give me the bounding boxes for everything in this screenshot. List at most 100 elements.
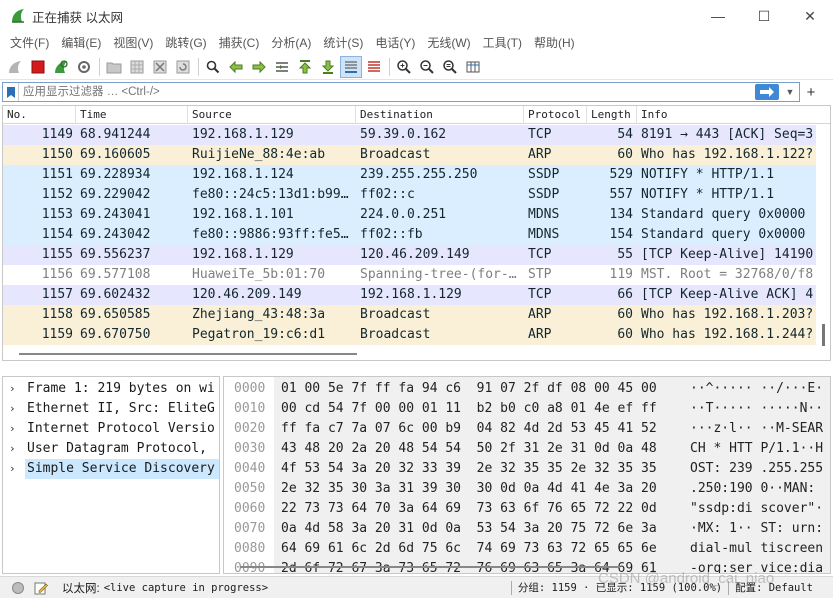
bytes-offset[interactable]: 0020 (234, 419, 265, 439)
normal-size-button[interactable] (439, 56, 461, 78)
add-filter-button[interactable]: + (800, 84, 822, 101)
bytes-hex[interactable]: 64 69 61 6c 2d 6d 75 6c 74 69 73 63 72 6… (281, 539, 657, 559)
expand-chevron-icon[interactable]: › (9, 379, 19, 399)
bytes-hex[interactable]: 22 73 73 64 70 3a 64 69 73 63 6f 76 65 7… (281, 499, 657, 519)
go-forward-button[interactable] (248, 56, 270, 78)
column-header-time[interactable]: Time (76, 106, 188, 124)
bytes-ascii[interactable]: ··^····· ··/···E· (690, 379, 823, 399)
colorize-button[interactable] (363, 56, 385, 78)
menu-telephony[interactable]: 电话(Y) (369, 32, 421, 54)
bytes-ascii[interactable]: dial-mul tiscreen (690, 539, 823, 559)
find-packet-button[interactable] (202, 56, 224, 78)
bytes-offset[interactable]: 0030 (234, 439, 265, 459)
capture-options-button[interactable] (73, 56, 95, 78)
apply-filter-button[interactable] (755, 84, 779, 100)
packet-row[interactable]: 1152 69.229042 fe80::24c5:13d1:b99… ff02::c… (3, 185, 817, 205)
detail-row-ip[interactable]: › Internet Protocol Versio (3, 419, 219, 439)
bytes-offset[interactable]: 0060 (234, 499, 265, 519)
menu-file[interactable]: 文件(F) (4, 32, 55, 54)
detail-row-udp[interactable]: › User Datagram Protocol, (3, 439, 219, 459)
bytes-hex[interactable]: ff fa c7 7a 07 6c 00 b9 04 82 4d 2d 53 4… (281, 419, 657, 439)
menu-tools[interactable]: 工具(T) (477, 32, 528, 54)
bytes-hex[interactable]: 00 cd 54 7f 00 00 01 11 b2 b0 c0 a8 01 4… (281, 399, 657, 419)
packet-row[interactable]: 1149 68.941244 192.168.1.129 59.39.0.162 TCP… (3, 125, 817, 145)
bytes-hex[interactable]: 43 48 20 2a 20 48 54 54 50 2f 31 2e 31 0… (281, 439, 657, 459)
menu-analyze[interactable]: 分析(A) (265, 32, 317, 54)
scrollbar-thumb[interactable] (240, 566, 620, 568)
filter-bookmark-button[interactable] (3, 83, 19, 101)
detail-row-ssdp[interactable]: › Simple Service Discovery (3, 459, 219, 479)
menu-view[interactable]: 视图(V) (107, 32, 159, 54)
bytes-offset[interactable]: 0000 (234, 379, 265, 399)
open-file-button[interactable] (103, 56, 125, 78)
menu-edit[interactable]: 编辑(E) (55, 32, 107, 54)
filter-history-dropdown[interactable]: ▼ (783, 84, 797, 100)
bytes-hex[interactable]: 4f 53 54 3a 20 32 33 39 2e 32 35 35 2e 3… (281, 459, 657, 479)
menu-help[interactable]: 帮助(H) (528, 32, 581, 54)
column-header-no[interactable]: No. (3, 106, 76, 124)
auto-scroll-button[interactable] (340, 55, 362, 78)
scrollbar-thumb[interactable] (19, 353, 357, 355)
bytes-ascii[interactable]: ···z·l·· ··M-SEAR (690, 419, 823, 439)
zoom-in-button[interactable] (393, 56, 415, 78)
capture-status-icon[interactable] (12, 581, 24, 594)
zoom-out-button[interactable] (416, 56, 438, 78)
close-button[interactable]: ✕ (787, 0, 833, 32)
packet-row[interactable]: 1154 69.243042 fe80::9886:93ff:fe5… ff02::f… (3, 225, 817, 245)
packet-list-vertical-scrollbar[interactable] (816, 124, 830, 346)
detail-row-frame[interactable]: › Frame 1: 219 bytes on wi (3, 379, 219, 399)
packet-list[interactable]: No. Time Source Destination Protocol Len… (2, 105, 831, 361)
close-file-button[interactable] (149, 56, 171, 78)
save-file-button[interactable] (126, 56, 148, 78)
packet-row[interactable]: 1150 69.160605 RuijieNe_88:4e:ab Broadcast A… (3, 145, 817, 165)
start-capture-button[interactable] (4, 56, 26, 78)
go-to-packet-button[interactable] (271, 56, 293, 78)
column-header-length[interactable]: Length (587, 106, 637, 124)
column-header-destination[interactable]: Destination (356, 106, 524, 124)
bytes-hex[interactable]: 2e 32 35 30 3a 31 39 30 30 0d 0a 4d 41 4… (281, 479, 657, 499)
column-header-protocol[interactable]: Protocol (524, 106, 587, 124)
scrollbar-thumb[interactable] (822, 324, 825, 346)
display-filter-input[interactable] (19, 84, 719, 100)
bytes-offset[interactable]: 0070 (234, 519, 265, 539)
restart-capture-button[interactable] (50, 56, 72, 78)
packet-row[interactable]: 1155 69.556237 192.168.1.129 120.46.209.149… (3, 245, 817, 265)
bytes-ascii[interactable]: CH * HTT P/1.1··H (690, 439, 823, 459)
bytes-ascii[interactable]: ··T····· ·····N·· (690, 399, 823, 419)
go-last-button[interactable] (317, 56, 339, 78)
expand-chevron-icon[interactable]: › (9, 459, 19, 479)
expand-chevron-icon[interactable]: › (9, 419, 19, 439)
resize-columns-button[interactable] (462, 56, 484, 78)
minimize-button[interactable]: — (695, 0, 741, 32)
bytes-ascii[interactable]: .250:190 0··MAN: (690, 479, 823, 499)
bytes-hex[interactable]: 0a 4d 58 3a 20 31 0d 0a 53 54 3a 20 75 7… (281, 519, 657, 539)
bytes-offset[interactable]: 0040 (234, 459, 265, 479)
stop-capture-button[interactable] (27, 56, 49, 78)
reload-file-button[interactable] (172, 56, 194, 78)
menu-wireless[interactable]: 无线(W) (421, 32, 476, 54)
packet-row[interactable]: 1156 69.577108 HuaweiTe_5b:01:70 Spanning-t… (3, 265, 817, 285)
packet-row[interactable]: 1157 69.602432 120.46.209.149 192.168.1.129… (3, 285, 817, 305)
packet-row[interactable]: 1151 69.228934 192.168.1.124 239.255.255.25… (3, 165, 817, 185)
expand-chevron-icon[interactable]: › (9, 439, 19, 459)
menu-go[interactable]: 跳转(G) (159, 32, 212, 54)
bytes-hex[interactable]: 01 00 5e 7f ff fa 94 c6 91 07 2f df 08 0… (281, 379, 657, 399)
packet-list-horizontal-scrollbar[interactable] (3, 346, 817, 360)
expand-chevron-icon[interactable]: › (9, 399, 19, 419)
go-back-button[interactable] (225, 56, 247, 78)
maximize-button[interactable]: ☐ (741, 0, 787, 32)
packet-row[interactable]: 1153 69.243041 192.168.1.101 224.0.0.251 MDN… (3, 205, 817, 225)
packet-row[interactable]: 1159 69.670750 Pegatron_19:c6:d1 Broadcast A… (3, 325, 817, 345)
bytes-ascii[interactable]: ·MX: 1·· ST: urn: (690, 519, 823, 539)
menu-capture[interactable]: 捕获(C) (213, 32, 266, 54)
detail-row-ethernet[interactable]: › Ethernet II, Src: EliteG (3, 399, 219, 419)
bytes-ascii[interactable]: OST: 239 .255.255 (690, 459, 823, 479)
column-header-source[interactable]: Source (188, 106, 356, 124)
bytes-offset[interactable]: 0050 (234, 479, 265, 499)
column-header-info[interactable]: Info (637, 106, 817, 124)
edit-comment-icon[interactable] (34, 581, 48, 595)
menu-statistics[interactable]: 统计(S) (317, 32, 369, 54)
bytes-ascii[interactable]: "ssdp:di scover"· (690, 499, 823, 519)
bytes-offset[interactable]: 0010 (234, 399, 265, 419)
go-first-button[interactable] (294, 56, 316, 78)
